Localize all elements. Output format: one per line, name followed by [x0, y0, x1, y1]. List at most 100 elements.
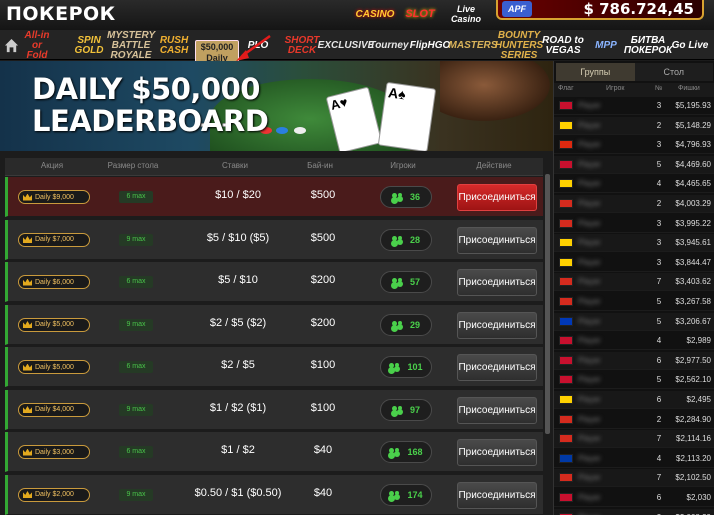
game-nav-item[interactable]: FlipHGO — [410, 32, 451, 59]
tab-groups[interactable]: Группы — [556, 63, 635, 81]
game-nav-item[interactable]: MPP — [586, 32, 626, 59]
leaderboard-row[interactable]: Player 5 $4,469.60 — [554, 155, 714, 174]
leaderboard-banner[interactable]: A♥ A♠ DAILY $50,000 LEADERBOARD — [0, 61, 553, 151]
player-name: Player — [578, 434, 601, 444]
app-logo[interactable]: ПОКЕРОК — [6, 3, 116, 25]
country-flag-icon — [559, 453, 573, 463]
lobby-scrollbar[interactable] — [545, 174, 550, 434]
col-stakes[interactable]: Ставки — [170, 161, 300, 170]
country-flag-icon — [559, 414, 573, 424]
crown-icon — [23, 321, 32, 328]
join-button[interactable]: Присоединиться — [457, 184, 537, 211]
player-chips: $2,495 — [686, 395, 711, 404]
table-row[interactable]: Daily $4,000 9 max $1 / $2 ($1) $100 97 Присо… — [5, 389, 543, 430]
player-number: 6 — [656, 355, 662, 365]
player-number: 7 — [656, 277, 662, 287]
tab-table[interactable]: Стол — [634, 63, 713, 81]
leaderboard-row[interactable]: Player 5 $2,562.10 — [554, 371, 714, 390]
game-nav-item[interactable]: SPIN GOLD — [70, 32, 108, 59]
promo-badge: Daily $2,000 — [18, 487, 90, 502]
leaderboard-row[interactable]: Player 2 $5,148.29 — [554, 116, 714, 135]
player-number: 5 — [656, 159, 662, 169]
join-button[interactable]: Присоединиться — [457, 481, 537, 509]
players-icon — [389, 448, 400, 456]
col-size[interactable]: Размер стола — [97, 161, 169, 170]
game-nav-item[interactable]: Tourney — [367, 32, 411, 59]
leaderboard-row[interactable]: Player 4 $4,465.65 — [554, 175, 714, 194]
stakes-value: $1 / $2 — [221, 444, 255, 456]
game-nav-item[interactable]: Go Live — [669, 32, 711, 59]
game-nav-item[interactable]: EXCLUSIVE — [318, 32, 375, 59]
stakes-value: $5 / $10 — [218, 274, 258, 286]
join-button[interactable]: Присоединиться — [457, 311, 537, 339]
crown-icon — [23, 406, 32, 413]
join-button[interactable]: Присоединиться — [457, 354, 537, 381]
player-number: 3 — [656, 238, 662, 248]
live-casino-promo[interactable]: Live Casino — [446, 0, 486, 28]
promo-label: Daily $7,000 — [35, 236, 74, 243]
join-button[interactable]: Присоединиться — [457, 226, 537, 254]
table-row[interactable]: Daily $9,000 6 max $10 / $20 $500 36 Присоеди… — [5, 177, 543, 217]
game-nav-item[interactable]: БИТВА ПОКЕРОК — [624, 32, 672, 59]
casino-promo[interactable]: CASINO — [356, 0, 395, 28]
table-row[interactable]: Daily $2,000 9 max $0.50 / $1 ($0.50) $40 17… — [5, 474, 543, 515]
game-nav-item[interactable]: RUSH CASH — [154, 32, 194, 59]
leaderboard-row[interactable]: Player 3 $3,945.61 — [554, 234, 714, 253]
game-nav-item[interactable]: BOUNTY HUNTERS SERIES — [495, 30, 543, 60]
table-row[interactable]: Daily $3,000 6 max $1 / $2 $40 168 Присоедини… — [5, 432, 543, 472]
leaderboard-row[interactable]: Player 6 $2,495 — [554, 391, 714, 409]
players-count: 29 — [380, 313, 432, 336]
col-buyin[interactable]: Бай-ин — [295, 161, 345, 170]
leaderboard-row[interactable]: Player 4 $2,989 — [554, 332, 714, 351]
player-number: 4 — [656, 179, 662, 189]
promo-label: Daily $5,000 — [35, 363, 74, 371]
leaderboard-row[interactable]: Player 3 $4,796.93 — [554, 136, 714, 155]
player-chips: $2,113.20 — [676, 453, 711, 463]
table-row[interactable]: Daily $6,000 6 max $5 / $10 $200 57 Присоедин… — [5, 262, 543, 302]
player-chips: $2,114.16 — [676, 434, 711, 444]
leaderboard-row[interactable]: Player3$2,008.39 — [554, 508, 714, 515]
table-row[interactable]: Daily $5,000 9 max $2 / $5 ($2) $200 29 Присо… — [5, 304, 543, 345]
players-icon — [389, 363, 400, 371]
leaderboard-row[interactable]: Player 2 $2,284.90 — [554, 411, 714, 429]
table-size: 9 max — [119, 233, 153, 246]
promo-label: Daily $2,000 — [35, 491, 74, 498]
join-button[interactable]: Присоединиться — [457, 269, 537, 296]
slot-promo[interactable]: SLOT — [404, 0, 436, 28]
player-name: Player — [578, 120, 601, 130]
leaderboard-row[interactable]: Player 2 $4,003.29 — [554, 195, 714, 213]
game-nav-item[interactable]: All-in or Fold — [24, 30, 50, 60]
player-chips: $2,030 — [686, 493, 711, 502]
leaderboard-row[interactable]: Player 4 $2,113.20 — [554, 450, 714, 468]
players-value: 97 — [409, 404, 420, 415]
join-button[interactable]: Присоединиться — [457, 396, 537, 424]
leaderboard-row[interactable]: Player 3 $5,195.93 — [554, 97, 714, 115]
leaderboard-row[interactable]: Player 6 $2,030 — [554, 489, 714, 507]
table-row[interactable]: Daily $7,000 9 max $5 / $10 ($5) $500 28 Прис… — [5, 219, 543, 260]
join-button[interactable]: Присоединиться — [457, 439, 537, 466]
game-nav-item[interactable]: ROAD to VEGAS — [541, 32, 585, 59]
leaderboard-row[interactable]: Player 5 $3,206.67 — [554, 312, 714, 331]
leaderboard-row[interactable]: Player 7 $2,102.50 — [554, 469, 714, 488]
leaderboard-row[interactable]: Player 7 $2,114.16 — [554, 430, 714, 449]
table-row[interactable]: Daily $5,000 6 max $2 / $5 $100 101 Присоедин… — [5, 347, 543, 387]
leaderboard-row[interactable]: Player 3 $3,995.22 — [554, 215, 714, 233]
promo-label: Daily $6,000 — [35, 278, 74, 286]
home-icon[interactable] — [2, 32, 20, 59]
leaderboard-row[interactable]: Player 5 $3,267.58 — [554, 293, 714, 311]
game-nav-item[interactable]: MYSTERY BATTLE ROYALE — [107, 30, 155, 60]
col-players[interactable]: Игроки — [377, 161, 429, 170]
stakes-value: $2 / $5 — [221, 359, 255, 371]
balance-display[interactable]: APF $ 786.724,45 — [496, 0, 704, 20]
leaderboard-row[interactable]: Player 3 $3,844.47 — [554, 254, 714, 272]
col-action[interactable]: Акция — [19, 161, 85, 170]
leaderboard-row[interactable]: Player 7 $3,403.62 — [554, 273, 714, 292]
promo-badge: Daily $9,000 — [18, 190, 90, 204]
ace-spades-card: A♠ — [377, 81, 437, 151]
leaderboard-row[interactable]: Player 6 $2,977.50 — [554, 351, 714, 370]
col-player: Игрок — [606, 85, 625, 92]
players-icon — [391, 278, 403, 286]
game-nav-item[interactable]: MASTERS — [449, 32, 498, 59]
game-nav-item[interactable]: SHORT DECK — [282, 32, 322, 59]
player-name: Player — [578, 473, 601, 483]
